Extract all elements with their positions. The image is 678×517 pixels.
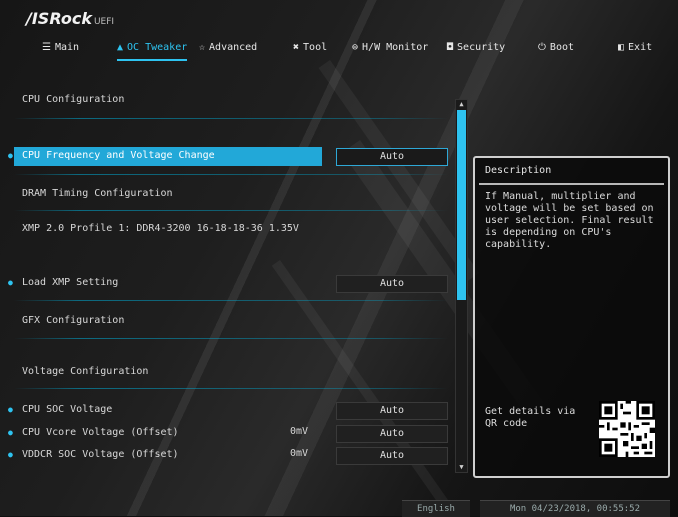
tab-security[interactable]: ◘ Security	[447, 38, 505, 58]
datetime-display: Mon 04/23/2018, 00:55:52	[480, 500, 670, 517]
cpu-soc-voltage-value[interactable]: Auto	[336, 402, 448, 420]
xmp-profile-info: XMP 2.0 Profile 1: DDR4-3200 16-18-18-36…	[0, 221, 452, 237]
tab-label: Tool	[303, 42, 328, 53]
bullet-icon: ●	[8, 428, 13, 437]
tab-label: Exit	[628, 42, 653, 53]
item-label: CPU Frequency and Voltage Change	[22, 150, 215, 161]
load-xmp-value[interactable]: Auto	[336, 275, 448, 293]
item-label: Load XMP Setting	[22, 277, 119, 288]
scroll-up-icon[interactable]: ▲	[456, 100, 467, 109]
item-label: Voltage Configuration	[22, 366, 149, 377]
qr-caption: Get details via QR code	[485, 406, 576, 429]
divider	[14, 300, 448, 301]
cpu-vcore-voltage-value[interactable]: Auto	[336, 425, 448, 443]
menu-icon: ☰	[42, 42, 51, 53]
section-gfx-configuration[interactable]: GFX Configuration	[0, 313, 452, 329]
item-label: DRAM Timing Configuration	[22, 188, 173, 199]
bullet-icon: ●	[8, 450, 13, 459]
power-icon: ⏻	[538, 42, 546, 53]
tab-label: OC Tweaker	[127, 42, 188, 53]
tab-label: H/W Monitor	[362, 42, 429, 53]
section-voltage-configuration: Voltage Configuration	[0, 364, 452, 380]
flame-icon: ▲	[117, 42, 124, 53]
item-label: VDDCR SOC Voltage (Offset)	[22, 449, 179, 460]
qr-code-icon	[599, 401, 655, 457]
exit-icon: ◧	[618, 42, 625, 53]
vddcr-soc-voltage-value[interactable]: Auto	[336, 447, 448, 465]
tab-tool[interactable]: ✖ Tool	[293, 38, 327, 58]
section-dram-timing[interactable]: DRAM Timing Configuration	[0, 186, 452, 202]
bullet-icon: ●	[8, 278, 13, 287]
bullet-icon: ●	[8, 151, 13, 160]
vddcr-soc-reading: 0mV	[290, 448, 309, 459]
tab-advanced[interactable]: ☆ Advanced	[199, 38, 257, 58]
cpu-vcore-reading: 0mV	[290, 426, 309, 437]
bullet-icon: ●	[8, 405, 13, 414]
tab-label: Boot	[549, 42, 575, 53]
item-label: CPU Configuration	[22, 94, 125, 105]
item-label: CPU SOC Voltage	[22, 404, 113, 415]
divider	[14, 338, 448, 339]
shield-icon: ◘	[447, 42, 454, 53]
item-label: XMP 2.0 Profile 1: DDR4-3200 16-18-18-36…	[22, 223, 299, 234]
divider	[14, 388, 448, 389]
tab-main[interactable]: ☰ Main	[42, 38, 79, 58]
scrollbar-thumb[interactable]	[457, 110, 466, 300]
tab-boot[interactable]: ⏻ Boot	[538, 38, 574, 58]
scrollbar[interactable]: ▲ ▼	[455, 99, 468, 473]
tab-label: Security	[457, 42, 506, 53]
brand-sub: UEFI	[93, 17, 115, 27]
description-panel: Description If Manual, multiplier and vo…	[473, 156, 670, 478]
divider	[14, 118, 448, 119]
brand-name: /ISRock	[26, 9, 92, 28]
top-nav: ☰ Main ▲ OC Tweaker ☆ Advanced ✖ Tool ⊜ H/W M…	[0, 38, 678, 61]
tab-exit[interactable]: ◧ Exit	[618, 38, 652, 58]
divider	[14, 174, 448, 175]
tab-label: Advanced	[209, 42, 258, 53]
divider	[479, 183, 664, 185]
language-selector[interactable]: English	[402, 500, 470, 517]
divider	[14, 210, 448, 211]
tools-icon: ✖	[293, 42, 300, 53]
description-title: Description	[485, 165, 552, 176]
item-label: CPU Vcore Voltage (Offset)	[22, 427, 179, 438]
item-label: GFX Configuration	[22, 315, 125, 326]
tab-oc-tweaker[interactable]: ▲ OC Tweaker	[117, 38, 188, 61]
settings-list: CPU Configuration ● CPU Frequency and Vo…	[0, 80, 452, 475]
scroll-down-icon[interactable]: ▼	[456, 463, 467, 472]
tab-label: Main	[54, 42, 80, 53]
cpu-frequency-value[interactable]: Auto	[336, 148, 448, 166]
star-icon: ☆	[199, 42, 206, 53]
description-text: If Manual, multiplier and voltage will b…	[485, 191, 654, 250]
monitor-icon: ⊜	[352, 42, 359, 53]
tab-hw-monitor[interactable]: ⊜ H/W Monitor	[352, 38, 428, 58]
asrock-logo: /ISRock UEFI	[26, 9, 114, 28]
section-cpu-configuration[interactable]: CPU Configuration	[0, 94, 452, 108]
